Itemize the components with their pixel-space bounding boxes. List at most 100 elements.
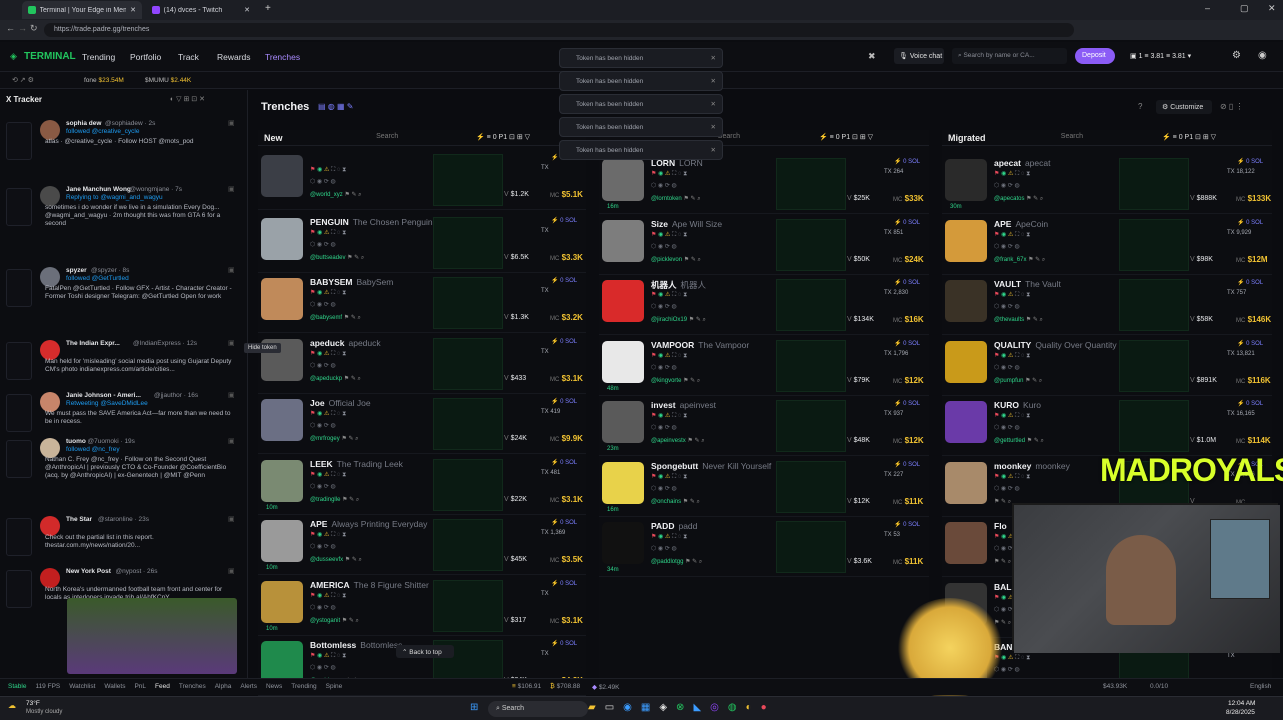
toast-close-icon[interactable]: ✕	[711, 54, 716, 62]
back-to-top-button[interactable]: ⌃ Back to top	[396, 645, 454, 658]
token-dev-handle[interactable]: @ystoganit	[310, 618, 340, 624]
nav-track[interactable]: Track	[178, 52, 199, 62]
toast-close-icon[interactable]: ✕	[711, 77, 716, 85]
tracker-controls-icons[interactable]: ◐ ▽ ⊞ ⊡ ✕	[170, 95, 205, 103]
toast-close-icon[interactable]: ✕	[711, 146, 716, 154]
reload-icon[interactable]: ↻	[30, 23, 38, 34]
quick-buy-button[interactable]: ⚡ 0 SOL	[1237, 279, 1263, 286]
token-card[interactable]: 30m apecat apecat ⚑ ◉ ⚠ ⛶ ◌ ⧗ ⬡ ◉ ⟳ ◍ @apecat…	[942, 154, 1272, 214]
status-item[interactable]: Stable	[8, 683, 26, 690]
ticker-item-1[interactable]: fone $23.54M	[84, 77, 124, 84]
quick-buy-button[interactable]: ⚡ 0 SOL	[551, 519, 577, 526]
minimize-icon[interactable]: –	[1205, 3, 1210, 13]
token-dev-handle[interactable]: @apeinvestx	[651, 438, 686, 444]
token-dev-handle[interactable]: @babysemf	[310, 315, 342, 321]
quick-buy-button[interactable]: ⚡ 0 SOL	[1237, 219, 1263, 226]
column-search[interactable]: Search	[1061, 133, 1083, 140]
app-icon-edge[interactable]: ◉	[623, 702, 632, 713]
tweet-action-icon[interactable]: ▣	[228, 392, 235, 400]
app-icon-store[interactable]: ▦	[641, 702, 650, 713]
token-dev-handle[interactable]: @apeduckp	[310, 376, 342, 382]
ticker-tools-icons[interactable]: ⟲ ↗ ⚙	[12, 76, 34, 84]
token-image[interactable]	[261, 155, 303, 197]
token-dev-handle[interactable]: @onchains	[651, 499, 681, 505]
token-image[interactable]	[261, 217, 303, 260]
nav-rewards[interactable]: Rewards	[217, 52, 251, 62]
token-image[interactable]	[602, 522, 644, 564]
tweet-action-icon[interactable]: ▣	[228, 267, 235, 275]
status-item[interactable]: 119 FPS	[35, 683, 60, 690]
token-card[interactable]: QUALITY Quality Over Quantity ⚑ ◉ ⚠ ⛶ ◌ ⧗ ⬡…	[942, 336, 1272, 396]
quick-buy-button[interactable]: ⚡ 0 SOL	[551, 459, 577, 466]
tweet-media-image[interactable]	[67, 598, 237, 674]
token-image[interactable]	[945, 340, 987, 383]
token-card[interactable]: 10m LEEK The Trading Leek ⚑ ◉ ⚠ ⛶ ◌ ⧗ ⬡ ◉ ⟳ …	[258, 455, 586, 515]
nav-trending[interactable]: Trending	[82, 52, 115, 62]
view-toggle-icons[interactable]: ▤ ◍ ▦ ✎	[318, 102, 353, 111]
quick-buy-button[interactable]: ⚡ 0 SOL	[894, 340, 920, 347]
search-input[interactable]: ⌕ Search by name or CA...	[952, 48, 1067, 64]
quick-buy-button[interactable]: ⚡ 0 SOL	[551, 338, 577, 345]
status-item[interactable]: Alerts	[240, 683, 257, 690]
token-dev-handle[interactable]: @mrfrogey	[310, 436, 340, 442]
status-item[interactable]: Alpha	[215, 683, 232, 690]
ticker-item-2[interactable]: $MUMU $2.44K	[145, 77, 191, 84]
token-dev-handle[interactable]: @pumpfun	[994, 378, 1023, 384]
token-image[interactable]	[945, 401, 987, 443]
close-tab-icon[interactable]: ✕	[244, 6, 250, 14]
token-dev-handle[interactable]: @jirachiOx19	[651, 317, 687, 323]
language-selector[interactable]: English	[1250, 683, 1271, 690]
token-image[interactable]	[602, 401, 644, 443]
logo-text[interactable]: TERMINAL	[24, 51, 76, 62]
app-icon-chrome[interactable]: ◐	[746, 702, 752, 713]
maximize-icon[interactable]: ▢	[1240, 3, 1249, 14]
help-icon[interactable]: ?	[1138, 102, 1142, 111]
token-card[interactable]: Joe Official Joe ⚑ ◉ ⚠ ⛶ ◌ ⧗ ⬡ ◉ ⟳ ◍ @mrfrog…	[258, 394, 586, 454]
token-image[interactable]	[602, 280, 644, 322]
status-item[interactable]: Trenches	[179, 683, 206, 690]
toast-close-icon[interactable]: ✕	[711, 100, 716, 108]
tweet-action-icon[interactable]: ▣	[228, 568, 235, 576]
tweet-action-icon[interactable]: ▣	[228, 120, 235, 128]
close-window-icon[interactable]: ✕	[1268, 3, 1276, 14]
clock-time[interactable]: 12:04 AM	[1228, 700, 1255, 707]
toast-close-icon[interactable]: ✕	[711, 123, 716, 131]
token-dev-handle[interactable]: @frank_67x	[994, 257, 1026, 263]
token-image[interactable]	[945, 219, 987, 262]
tools-icon[interactable]: ✖	[868, 51, 876, 62]
tweet-action-icon[interactable]: ▣	[228, 340, 235, 348]
token-image[interactable]	[261, 520, 303, 562]
taskbar-search[interactable]: ⌕ Search	[488, 701, 588, 717]
token-dev-handle[interactable]: @paddlotgg	[651, 559, 683, 565]
token-card[interactable]: Size Ape Will Size ⚑ ◉ ⚠ ⛶ ◌ ⧗ ⬡ ◉ ⟳ ◍ @pick…	[599, 215, 929, 275]
quick-buy-button[interactable]: ⚡ 0 SOL	[1237, 340, 1263, 347]
app-icon-obs[interactable]: ●	[761, 702, 767, 713]
token-card[interactable]: apeduck apeduck ⚑ ◉ ⚠ ⛶ ◌ ⧗ ⬡ ◉ ⟳ ◍ @apeduck…	[258, 334, 586, 394]
forward-icon[interactable]: →	[18, 23, 27, 33]
status-item[interactable]: PnL	[134, 683, 146, 690]
token-card[interactable]: ⚑ ◉ ⚠ ⛶ ◌ ⧗⬡ ◉ ⟳ ◍@world_xyz ⚑ ✎ ⌕⚡ 0 SO…	[258, 150, 586, 210]
tweet-action-icon[interactable]: ▣	[228, 186, 235, 194]
token-image[interactable]	[261, 641, 303, 683]
column-filters[interactable]: ⚡ ≡ 0 P1 ⊡ ⊞ ▽	[476, 133, 530, 141]
token-dev-handle[interactable]: @apecatos	[994, 196, 1024, 202]
nav-trenches[interactable]: Trenches	[265, 52, 300, 62]
token-dev-handle[interactable]: @tradinglle	[310, 497, 340, 503]
token-image[interactable]	[945, 461, 987, 504]
quick-buy-button[interactable]: ⚡ 0 SOL	[894, 400, 920, 407]
windows-start-icon[interactable]: ⊞	[470, 702, 478, 713]
token-card[interactable]: 16m Spongebutt Never Kill Yourself ⚑ ◉ ⚠ ⛶ …	[599, 457, 929, 517]
token-image[interactable]	[261, 399, 303, 441]
app-icon-discord[interactable]: ◎	[710, 702, 719, 713]
quick-buy-button[interactable]: ⚡ 0 SOL	[551, 277, 577, 284]
token-dev-handle[interactable]: @getturtled	[994, 438, 1025, 444]
quick-buy-button[interactable]: ⚡ 0 SOL	[894, 158, 920, 165]
token-image[interactable]	[602, 340, 644, 383]
deposit-button[interactable]: Deposit	[1075, 48, 1115, 64]
close-tab-icon[interactable]: ✕	[130, 6, 136, 14]
tweet-action-icon[interactable]: ▣	[228, 438, 235, 446]
nav-portfolio[interactable]: Portfolio	[130, 52, 161, 62]
column-tools-icons[interactable]: ⊘ ▯ ⋮	[1220, 102, 1244, 111]
settings-gear-icon[interactable]: ⚙	[1232, 50, 1241, 61]
column-search[interactable]: Search	[376, 133, 398, 140]
